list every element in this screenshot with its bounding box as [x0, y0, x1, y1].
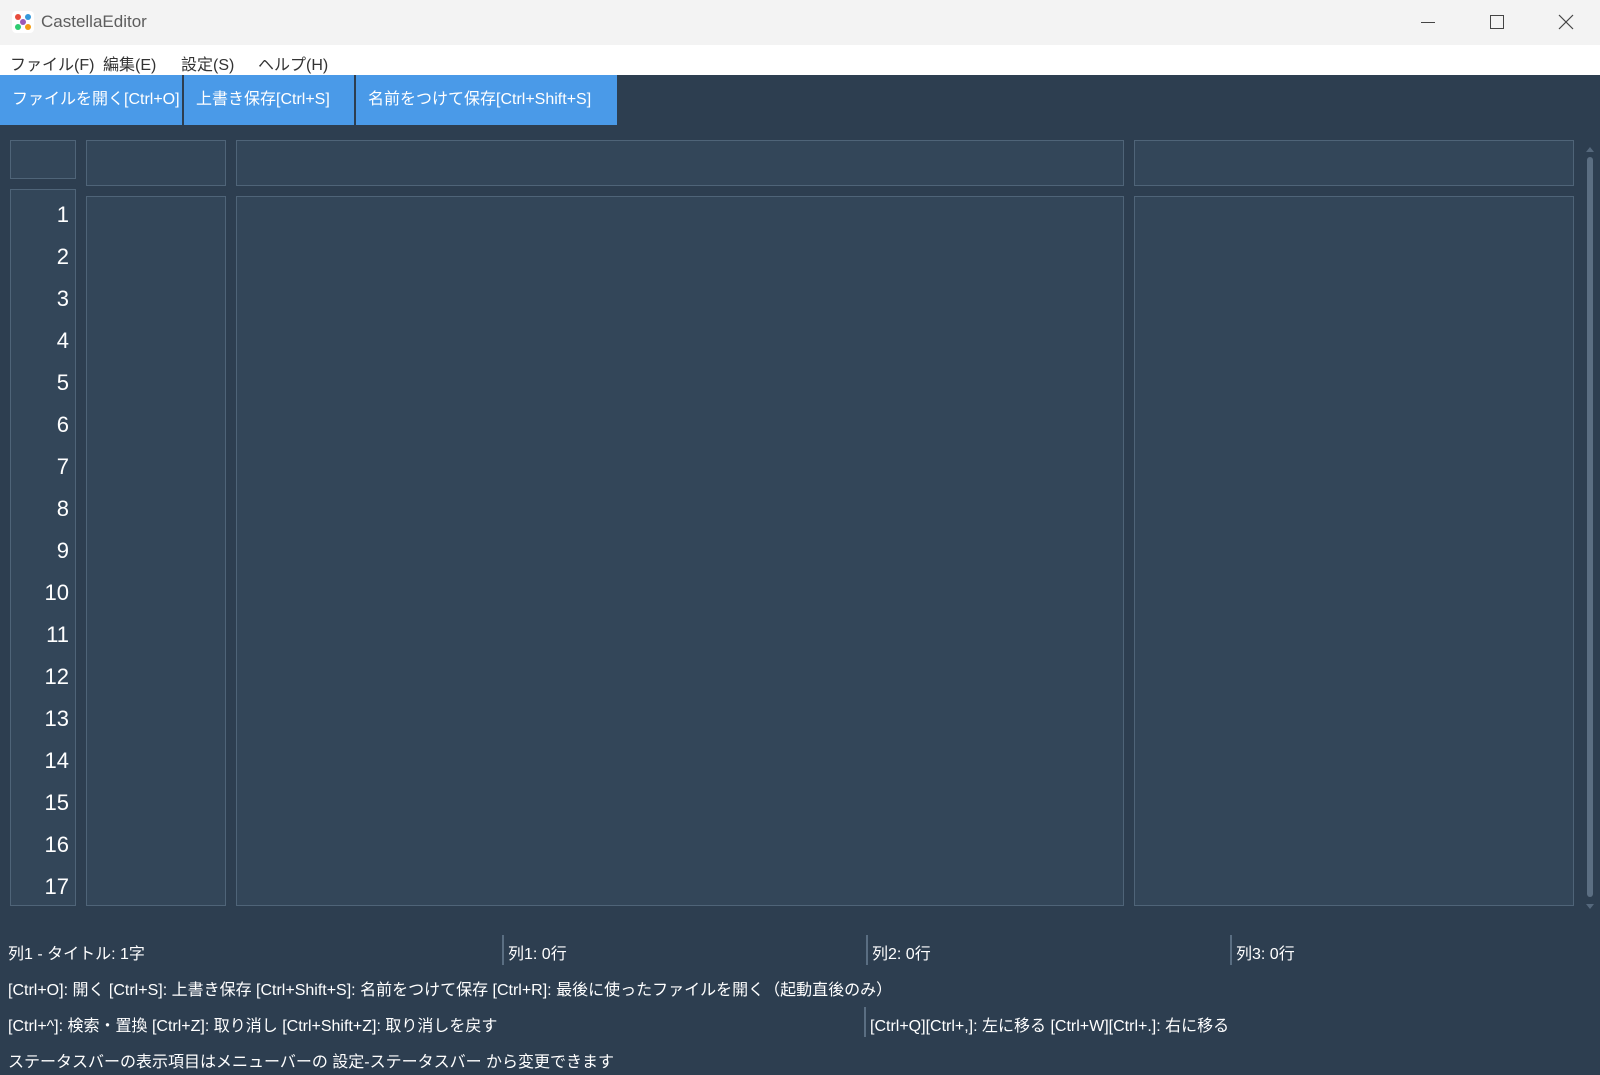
col1-editor[interactable] — [86, 196, 226, 906]
scrollbar-track — [1586, 147, 1594, 909]
menu-edit[interactable]: 編集(E) — [103, 51, 156, 75]
app-logo-icon — [12, 11, 34, 33]
status-shortcuts-2-right: [Ctrl+Q][Ctrl+,]: 左に移る [Ctrl+W][Ctrl+.]:… — [870, 1018, 1230, 1035]
line-number-header — [10, 140, 76, 179]
col3-editor[interactable] — [1134, 196, 1574, 906]
line-number: 11 — [46, 622, 69, 647]
status-hint: ステータスバーの表示項目はメニューバーの 設定-ステータスバー から変更できます — [8, 1054, 615, 1071]
col2-editor[interactable] — [236, 196, 1124, 906]
line-number: 6 — [56, 412, 69, 437]
line-number: 16 — [44, 832, 69, 857]
line-number: 7 — [56, 454, 69, 479]
line-number: 9 — [56, 538, 69, 563]
menu-help[interactable]: ヘルプ(H) — [258, 51, 328, 75]
status-shortcuts-1: [Ctrl+O]: 開く [Ctrl+S]: 上書き保存 [Ctrl+Shift… — [8, 982, 893, 999]
open-file-button[interactable]: ファイルを開く[Ctrl+O] — [0, 75, 182, 125]
line-number: 12 — [44, 664, 69, 689]
maximize-icon — [1490, 15, 1504, 29]
status-separator — [866, 935, 868, 965]
line-number: 1 — [56, 202, 69, 227]
col1-title-field[interactable] — [86, 140, 226, 186]
close-icon — [1558, 14, 1574, 30]
scroll-up-arrow-icon — [1586, 147, 1594, 152]
line-number: 14 — [44, 748, 69, 773]
line-number: 4 — [56, 328, 69, 353]
status-separator — [502, 935, 504, 965]
scroll-down-arrow-icon — [1586, 904, 1594, 909]
line-number: 13 — [44, 706, 69, 731]
status-col3-lines: 列3: 0行 — [1236, 946, 1295, 963]
status-col1-title: 列1 - タイトル: 1字 — [8, 946, 145, 963]
status-separator — [864, 1007, 866, 1037]
line-number-gutter: 1 2 3 4 5 6 7 8 9 10 11 12 13 14 15 16 1… — [10, 189, 76, 906]
close-button[interactable] — [1532, 0, 1600, 45]
line-number: 15 — [44, 790, 69, 815]
status-col1-lines: 列1: 0行 — [508, 946, 567, 963]
window-title: CastellaEditor — [41, 12, 147, 31]
save-button[interactable]: 上書き保存[Ctrl+S] — [184, 75, 354, 125]
status-col2-lines: 列2: 0行 — [872, 946, 931, 963]
maximize-button[interactable] — [1462, 0, 1532, 45]
status-shortcuts-2-left: [Ctrl+^]: 検索・置換 [Ctrl+Z]: 取り消し [Ctrl+Shi… — [8, 1018, 498, 1035]
status-separator — [1230, 935, 1232, 965]
line-number: 10 — [44, 580, 69, 605]
line-number: 8 — [56, 496, 69, 521]
line-number: 2 — [56, 244, 69, 269]
save-as-button[interactable]: 名前をつけて保存[Ctrl+Shift+S] — [356, 75, 617, 125]
title-bar: CastellaEditor — [0, 0, 1600, 45]
menu-settings[interactable]: 設定(S) — [181, 51, 234, 75]
col2-title-field[interactable] — [236, 140, 1124, 186]
minimize-icon — [1421, 22, 1435, 23]
vertical-scrollbar[interactable] — [1584, 143, 1596, 913]
scrollbar-thumb — [1587, 157, 1593, 897]
menu-bar: ファイル(F) 編集(E) 設定(S) ヘルプ(H) — [0, 45, 1600, 75]
menu-file[interactable]: ファイル(F) — [10, 51, 94, 75]
line-number: 17 — [44, 874, 69, 899]
line-number: 5 — [56, 370, 69, 395]
line-number: 3 — [56, 286, 69, 311]
minimize-button[interactable] — [1392, 0, 1462, 45]
col3-title-field[interactable] — [1134, 140, 1574, 186]
